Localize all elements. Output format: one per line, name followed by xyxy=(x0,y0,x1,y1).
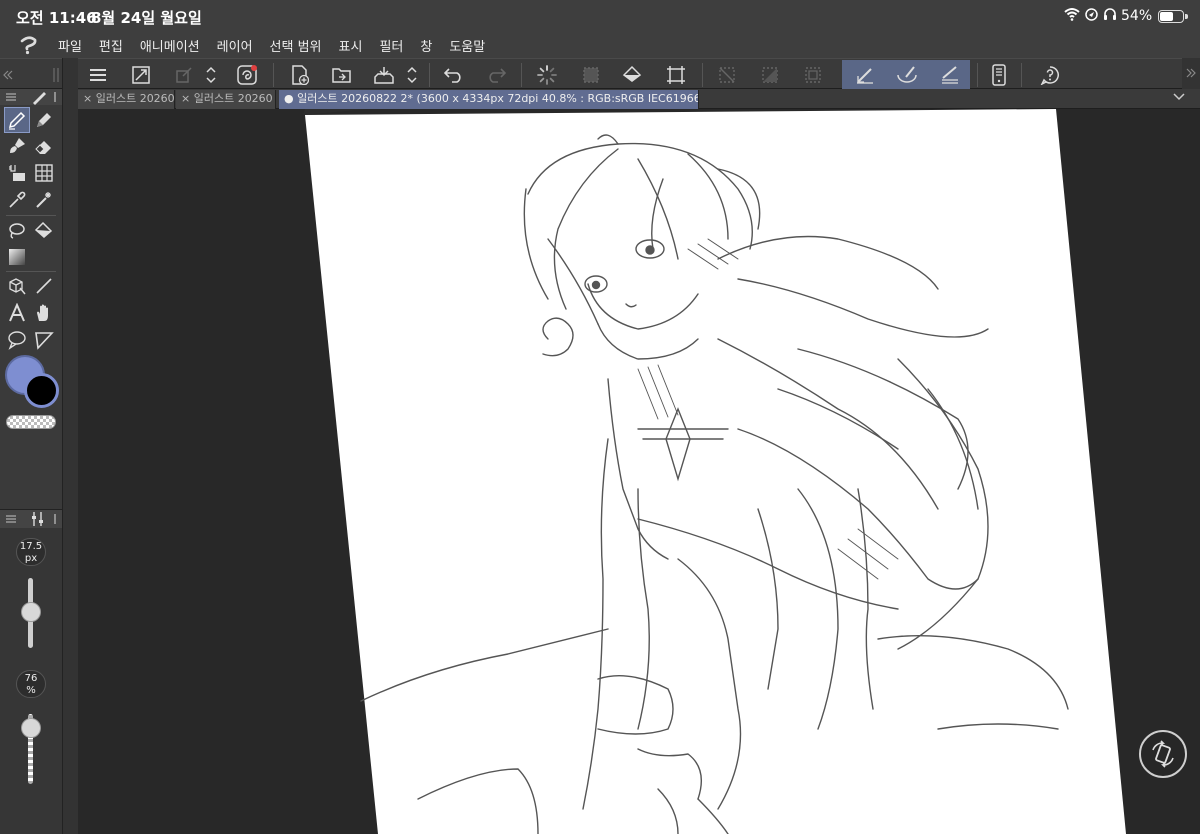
headphones-icon xyxy=(1104,8,1116,20)
text-tool[interactable] xyxy=(4,300,30,326)
pen-tool[interactable] xyxy=(4,107,30,133)
tool-property-header xyxy=(0,510,62,528)
ruler-snap-icon[interactable] xyxy=(936,62,964,88)
menu-item-edit[interactable]: 편집 xyxy=(99,36,123,55)
open-file-icon[interactable] xyxy=(328,62,356,88)
frame-tool[interactable] xyxy=(31,327,57,353)
collapse-left-icon[interactable] xyxy=(0,62,16,88)
save-icon[interactable] xyxy=(370,62,398,88)
palette-scroll-icon[interactable] xyxy=(52,92,58,102)
menu-item-selection[interactable]: 선택 범위 xyxy=(270,36,322,55)
3d-object-tool[interactable] xyxy=(4,273,30,299)
tool-palette: 17.5 px 76 % xyxy=(0,89,62,834)
crop-icon[interactable] xyxy=(662,62,690,88)
status-icons xyxy=(1064,7,1117,21)
status-date: 8월 24일 월요일 xyxy=(91,9,202,27)
canvas-area[interactable] xyxy=(78,109,1200,834)
status-bar: 오전 11:46 8월 24일 월요일 54% xyxy=(0,0,1200,32)
grid-tool[interactable] xyxy=(31,160,57,186)
clip-studio-logo[interactable] xyxy=(18,34,40,56)
magic-wand-tool[interactable] xyxy=(31,187,57,213)
redo-icon[interactable] xyxy=(482,62,510,88)
opacity-value: 76 xyxy=(24,673,38,684)
panel-menu-icon[interactable] xyxy=(6,515,16,523)
pen-correction-icon[interactable] xyxy=(851,62,879,88)
command-bar xyxy=(0,58,1200,90)
menu-item-help[interactable]: 도움말 xyxy=(449,36,485,55)
palette-gutter xyxy=(62,58,78,834)
fill-icon[interactable] xyxy=(619,62,647,88)
brush-size-knob[interactable] xyxy=(21,602,41,622)
menu-item-file[interactable]: 파일 xyxy=(58,36,82,55)
document-tab[interactable]: × 일러스트 20260 xyxy=(78,90,175,109)
document-tab-active[interactable]: ● 일러스트 20260822 2* (3600 x 4334px 72dpi … xyxy=(279,90,699,109)
fill-tool[interactable] xyxy=(4,160,30,186)
help-icon[interactable] xyxy=(1036,62,1064,88)
chevron-down-icon[interactable] xyxy=(1172,91,1186,103)
menu-icon[interactable] xyxy=(84,62,112,88)
document-tabs: × 일러스트 20260 × 일러스트 20260 ● 일러스트 2026082… xyxy=(78,89,1200,109)
smartphone-icon[interactable] xyxy=(985,62,1013,88)
gradient-tool[interactable] xyxy=(4,244,30,270)
brush-tool[interactable] xyxy=(4,133,30,159)
pen-tab-icon[interactable] xyxy=(30,89,48,105)
panel-grip-icon[interactable] xyxy=(50,62,62,88)
eyedropper-tool[interactable] xyxy=(4,187,30,213)
menu-item-layer[interactable]: 레이어 xyxy=(217,36,253,55)
menu-bar: 파일 편집 애니메이션 레이어 선택 범위 표시 필터 창 도움말 xyxy=(0,32,1200,58)
marker-tool[interactable] xyxy=(31,107,57,133)
document-tab[interactable]: × 일러스트 20260 xyxy=(176,90,276,109)
selection-icon[interactable] xyxy=(577,62,605,88)
transparent-color-swatch[interactable] xyxy=(6,415,56,429)
menu-item-animation[interactable]: 애니메이션 xyxy=(140,36,200,55)
resize-icon[interactable] xyxy=(127,62,155,88)
menu-item-filter[interactable]: 필터 xyxy=(379,36,403,55)
panel-scroll-icon[interactable] xyxy=(52,514,58,524)
lasso-tool[interactable] xyxy=(4,218,30,244)
opacity-unit: % xyxy=(26,685,36,696)
tool-palette-header xyxy=(0,89,62,105)
location-icon xyxy=(1085,7,1098,21)
collapse-right-panel[interactable] xyxy=(1182,58,1200,89)
battery-percent: 54% xyxy=(1121,8,1153,24)
eraser-tool[interactable] xyxy=(31,133,57,159)
rotate-canvas-button[interactable] xyxy=(1139,730,1187,778)
reorder-arrows-icon[interactable] xyxy=(402,62,422,88)
palette-menu-icon[interactable] xyxy=(6,93,16,101)
deselect-icon[interactable] xyxy=(713,62,741,88)
wifi-icon xyxy=(1064,8,1080,21)
opacity-knob[interactable] xyxy=(21,718,41,738)
opacity-bubble: 76 % xyxy=(16,670,46,698)
sub-color-swatch[interactable] xyxy=(24,373,59,408)
reorder-arrows-icon[interactable] xyxy=(201,62,221,88)
sliders-icon[interactable] xyxy=(31,512,45,526)
loading-icon[interactable] xyxy=(533,62,561,88)
border-icon[interactable] xyxy=(799,62,827,88)
status-time: 오전 11:46 xyxy=(16,9,97,27)
tool-property-panel: 17.5 px 76 % xyxy=(0,509,62,834)
undo-icon[interactable] xyxy=(440,62,468,88)
menu-item-window[interactable]: 창 xyxy=(420,36,432,55)
brush-size-value: 17.5 xyxy=(19,541,43,552)
invert-icon[interactable] xyxy=(756,62,784,88)
balloon-tool[interactable] xyxy=(4,327,30,353)
new-file-icon[interactable] xyxy=(286,62,314,88)
clip-studio-icon[interactable] xyxy=(233,62,261,88)
brush-size-bubble: 17.5 px xyxy=(16,538,46,566)
collapse-right-icon[interactable] xyxy=(1186,68,1196,78)
main-menu: 파일 편집 애니메이션 레이어 선택 범위 표시 필터 창 도움말 xyxy=(58,36,485,55)
line-tool[interactable] xyxy=(31,273,57,299)
menu-item-view[interactable]: 표시 xyxy=(339,36,363,55)
bucket-tool[interactable] xyxy=(31,218,57,244)
rotate-icon xyxy=(1152,740,1174,768)
hand-tool[interactable] xyxy=(31,300,57,326)
transform-disabled-icon[interactable] xyxy=(170,62,198,88)
battery-icon xyxy=(1158,10,1188,23)
drawing-canvas[interactable] xyxy=(78,109,1200,834)
brush-stabilize-icon[interactable] xyxy=(893,62,921,88)
brush-size-unit: px xyxy=(24,553,38,564)
